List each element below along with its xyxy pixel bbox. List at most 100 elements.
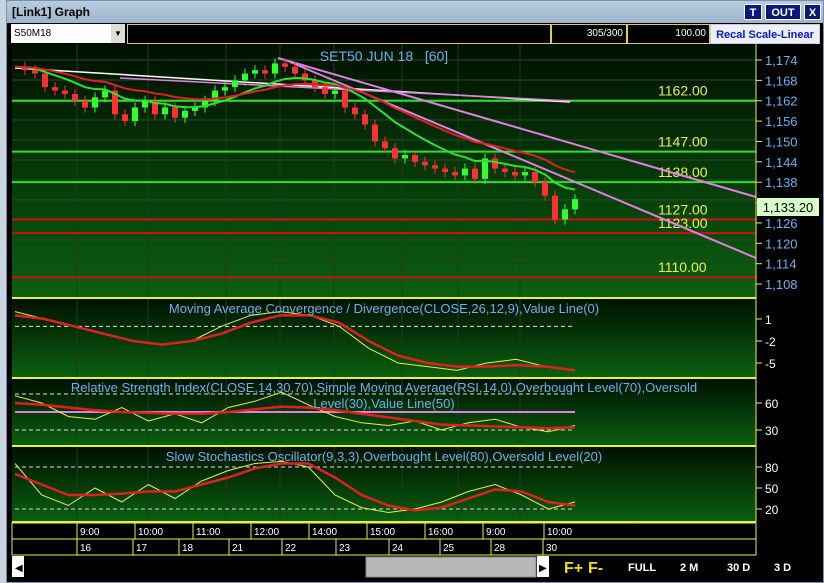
day-label: 28: [494, 543, 506, 554]
candle: [552, 195, 558, 220]
level-label: 1162.00: [658, 83, 708, 99]
candle: [322, 87, 328, 94]
candle: [562, 209, 568, 220]
level-label: 1147.00: [658, 134, 708, 150]
candle: [502, 168, 508, 173]
candle: [92, 97, 98, 108]
candle: [52, 87, 58, 91]
candle: [522, 172, 528, 176]
candle: [242, 73, 248, 81]
y-tick-label: 1,150: [765, 134, 798, 149]
candle: [462, 168, 468, 176]
day-label: 22: [285, 543, 297, 554]
day-label: 25: [443, 543, 455, 554]
candle: [512, 172, 518, 176]
candle: [292, 66, 298, 74]
y-tick-label: 1,108: [765, 277, 798, 292]
day-label: 24: [392, 543, 404, 554]
rsi-title-line2: Level(30),Value Line(50): [313, 396, 454, 411]
3d-button[interactable]: 3 D: [774, 562, 791, 574]
day-label: 18: [182, 543, 194, 554]
30d-button[interactable]: 30 D: [727, 562, 750, 574]
y-tick-label: 1,144: [765, 155, 798, 170]
day-label: 16: [80, 543, 92, 554]
scrollbar-thumb[interactable]: [365, 556, 537, 578]
candle: [472, 168, 478, 179]
candle: [332, 90, 338, 94]
candle: [172, 107, 178, 118]
y-tick-label: -2: [765, 335, 776, 349]
rsi-title: Relative Strength Index(CLOSE,14,30,70),…: [71, 380, 697, 395]
candle: [372, 124, 378, 142]
candle: [492, 158, 498, 169]
y-tick-label: 80: [765, 461, 779, 475]
y-tick-label: 1,156: [765, 114, 798, 129]
candle: [62, 90, 68, 94]
day-label: 17: [136, 543, 148, 554]
candle: [82, 100, 88, 108]
caret-left-icon: ◀: [15, 563, 23, 574]
time-label: 14:00: [312, 527, 337, 538]
candle: [382, 141, 388, 149]
day-label: 21: [232, 543, 244, 554]
candle: [572, 199, 578, 210]
y-tick-label: 1,168: [765, 73, 798, 88]
full-button[interactable]: FULL: [628, 562, 656, 574]
y-tick-label: 20: [765, 503, 779, 517]
candle: [352, 107, 358, 115]
candle: [342, 90, 348, 108]
candle: [452, 172, 458, 176]
candle: [442, 168, 448, 173]
y-tick-label: 1,120: [765, 236, 798, 251]
candle: [392, 148, 398, 159]
candle: [532, 172, 538, 183]
y-tick-label: 1,126: [765, 216, 798, 231]
chart-title: SET50 JUN 18 [60]: [320, 48, 448, 64]
caret-right-icon: ▶: [539, 563, 547, 574]
level-label: 1138.00: [658, 164, 708, 180]
time-label: 11:00: [196, 527, 221, 538]
candle: [412, 155, 418, 162]
time-label: 9:00: [80, 527, 100, 538]
candle: [542, 182, 548, 196]
candle: [272, 63, 278, 74]
zoom-out-button[interactable]: F-: [588, 560, 603, 577]
candle: [132, 107, 138, 122]
2m-button[interactable]: 2 M: [680, 562, 698, 574]
candle: [432, 165, 438, 169]
time-label: 12:00: [254, 527, 279, 538]
day-label: 23: [339, 543, 351, 554]
stoch-title: Slow Stochastics Oscillator(9,3,3),Overb…: [166, 449, 602, 464]
time-label: 9:00: [486, 527, 506, 538]
y-tick-label: 1,174: [765, 53, 798, 68]
last-price: 1,133.20: [763, 200, 814, 215]
candle: [252, 70, 258, 74]
y-tick-label: 1,138: [765, 175, 798, 190]
macd-title: Moving Average Convergence / Divergence(…: [169, 301, 599, 316]
y-tick-label: 1,162: [765, 94, 798, 109]
candle: [232, 80, 238, 88]
candle: [162, 107, 168, 115]
day-axis: [11, 538, 757, 556]
y-tick-label: 50: [765, 482, 779, 496]
candle: [72, 93, 78, 101]
zoom-in-button[interactable]: F+: [564, 560, 583, 577]
time-label: 16:00: [428, 527, 453, 538]
candle: [182, 110, 188, 118]
chart-area[interactable]: 1162.001147.001138.001127.001123.001110.…: [0, 0, 824, 583]
y-tick-label: 1,114: [765, 257, 797, 272]
candle: [222, 87, 228, 91]
day-label: 30: [546, 543, 558, 554]
level-label: 1110.00: [658, 259, 707, 275]
candle: [32, 70, 38, 74]
candle: [102, 90, 108, 98]
y-tick-label: 1: [765, 313, 772, 327]
time-label: 15:00: [370, 527, 395, 538]
candle: [262, 70, 268, 74]
time-label: 10:00: [547, 527, 572, 538]
y-tick-label: 60: [765, 397, 779, 411]
level-label: 1123.00: [658, 215, 708, 231]
y-tick-label: -5: [765, 357, 776, 371]
candle: [282, 63, 288, 67]
candle: [422, 161, 428, 166]
